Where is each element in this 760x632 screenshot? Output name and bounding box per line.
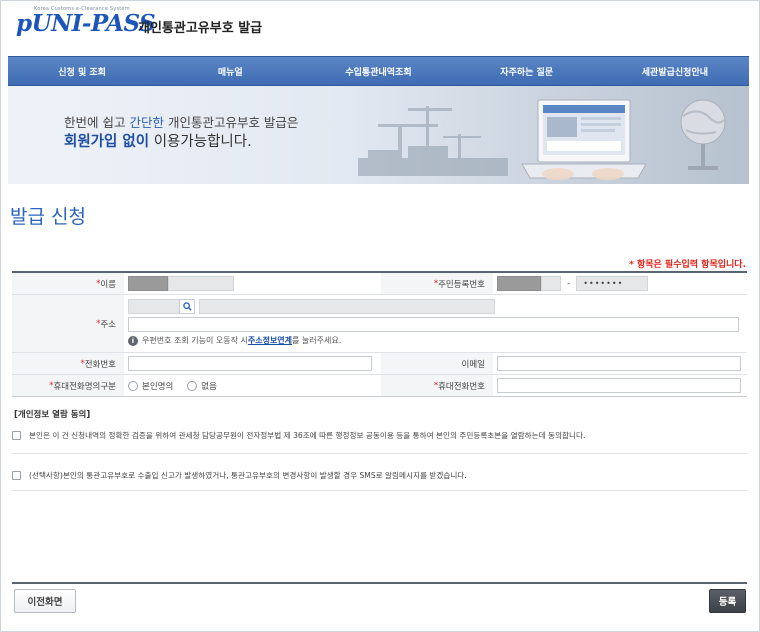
address-hint: i 우편번호 조회 기능이 오동작 시 주소정보연계 를 눌러주세요.: [128, 335, 743, 346]
address-base-input[interactable]: [199, 299, 495, 314]
mobile-type-cell: 본인명의 없음: [124, 375, 381, 396]
radio-none[interactable]: 없음: [187, 380, 217, 392]
footer-divider: [12, 582, 747, 584]
search-icon: [182, 302, 192, 311]
nav-item-apply[interactable]: 신청 및 조회: [8, 57, 156, 85]
name-input-masked[interactable]: [128, 276, 168, 291]
logo-text: UNI-PASS: [31, 10, 156, 37]
application-form: * 이름 * 주민등록번호 - ••••••• * 주소 i 우편번호 조회 기…: [12, 271, 747, 397]
address-label: * 주소: [12, 295, 124, 352]
consent-text-1: 본인은 이 건 신청내역의 정확한 검증을 위하여 관세청 담당공무원이 전자정…: [29, 431, 586, 440]
name-label-text: 이름: [100, 279, 116, 290]
required-note: * 항목은 필수입력 항목입니다.: [629, 260, 746, 270]
mobile-type-label-text: 휴대전화명의구분: [53, 381, 116, 392]
mobile-cell: [493, 375, 747, 396]
rrn-label-text: 주민등록번호: [438, 279, 485, 290]
phone-label-text: 전화번호: [84, 359, 116, 370]
phone-input[interactable]: [128, 356, 372, 371]
consent-item-2: (선택사항)본인의 통관고유부호로 수출입 신고가 발생하였거나, 통관고유부호…: [12, 470, 747, 481]
rrn-dash: -: [567, 278, 571, 289]
consent-item-1: 본인은 이 건 신청내역의 정확한 검증을 위하여 관세청 담당공무원이 전자정…: [12, 430, 747, 441]
email-label-text: 이메일: [461, 359, 485, 370]
radio-self-label: 본인명의: [142, 381, 174, 392]
address-info-link[interactable]: 주소정보연계: [248, 335, 292, 346]
banner-illustration: [358, 99, 726, 180]
phone-cell: [124, 353, 381, 374]
mobile-label: * 휴대전화번호: [381, 375, 493, 396]
form-row-mobile: * 휴대전화명의구분 본인명의 없음 * 휴대전화번호: [12, 375, 747, 397]
previous-button[interactable]: 이전화면: [14, 589, 76, 613]
app-title: 개인통관고유부호 발급: [138, 21, 263, 36]
rrn-label: * 주민등록번호: [381, 273, 493, 294]
form-row-name: * 이름 * 주민등록번호 - •••••••: [12, 273, 747, 295]
banner-line1-post: 개인통관고유부호 발급은: [163, 115, 299, 130]
rrn-front-input[interactable]: [541, 276, 561, 291]
banner-line1-highlight: 간단한: [129, 115, 164, 130]
radio-none-circle[interactable]: [187, 380, 198, 391]
logo-p: p: [16, 10, 32, 37]
mobile-input[interactable]: [497, 378, 741, 393]
address-cell: i 우편번호 조회 기능이 오동작 시 주소정보연계 를 눌러주세요.: [124, 295, 747, 352]
address-hint-post: 를 눌러주세요.: [292, 336, 342, 345]
phone-label: * 전화번호: [12, 353, 124, 374]
consent-divider: [12, 453, 747, 454]
banner-line1: 한번에 쉽고 간단한 개인통관고유부호 발급은: [64, 112, 298, 131]
consent-text-2: (선택사항)본인의 통관고유부호로 수출입 신고가 발생하였거나, 통관고유부호…: [29, 471, 467, 480]
nav-item-faq[interactable]: 자주하는 질문: [453, 57, 601, 85]
address-label-text: 주소: [100, 319, 116, 330]
banner-line2-highlight: 회원가입 없이: [64, 134, 150, 150]
radio-none-label: 없음: [201, 381, 217, 392]
email-label: 이메일: [381, 353, 493, 374]
form-row-address: * 주소 i 우편번호 조회 기능이 오동작 시 주소정보연계 를 눌러주세요.: [12, 295, 747, 353]
main-nav: 신청 및 조회 매뉴얼 수입통관내역조회 자주하는 질문 세관발급신청안내: [8, 56, 749, 86]
form-row-phone: * 전화번호 이메일: [12, 353, 747, 375]
name-cell: [124, 273, 381, 294]
nav-item-import-history[interactable]: 수입통관내역조회: [304, 57, 452, 85]
name-label: * 이름: [12, 273, 124, 294]
consent-title: [개인정보 열람 동의]: [14, 410, 91, 420]
mobile-type-label: * 휴대전화명의구분: [12, 375, 124, 396]
name-input[interactable]: [168, 276, 234, 291]
nav-item-customs-guide[interactable]: 세관발급신청안내: [601, 57, 749, 85]
address-zip-row: [128, 299, 743, 314]
info-icon: i: [128, 335, 138, 346]
zipcode-search-button[interactable]: [179, 299, 195, 314]
address-detail-input[interactable]: [128, 317, 739, 332]
zipcode-input[interactable]: [128, 299, 180, 314]
mobile-label-text: 휴대전화번호: [438, 381, 485, 392]
rrn-back-masked: •••••••: [583, 279, 624, 288]
header: Korea Customs e-Clearance System pUNI-PA…: [0, 0, 760, 52]
banner: 한번에 쉽고 간단한 개인통관고유부호 발급은 회원가입 없이 이용가능합니다.: [8, 86, 749, 184]
rrn-cell: - •••••••: [493, 273, 747, 294]
unipass-logo[interactable]: pUNI-PASS: [16, 10, 156, 37]
banner-line1-pre: 한번에 쉽고: [64, 115, 130, 130]
page-title: 발급 신청: [10, 206, 86, 228]
nav-item-manual[interactable]: 매뉴얼: [156, 57, 304, 85]
rrn-back-input[interactable]: •••••••: [576, 276, 649, 291]
radio-self[interactable]: 본인명의: [128, 380, 173, 392]
consent-checkbox-2[interactable]: [12, 471, 21, 480]
email-input[interactable]: [497, 356, 741, 371]
rrn-front-input-masked[interactable]: [497, 276, 541, 291]
radio-self-circle[interactable]: [128, 380, 138, 391]
consent-checkbox-1[interactable]: [12, 431, 21, 440]
banner-line2: 회원가입 없이 이용가능합니다.: [64, 130, 252, 151]
submit-button[interactable]: 등록: [709, 589, 746, 613]
consent-divider: [12, 490, 747, 491]
email-cell: [493, 353, 747, 374]
address-hint-pre: 우편번호 조회 기능이 오동작 시: [142, 336, 248, 345]
banner-line2-post: 이용가능합니다.: [149, 134, 252, 150]
